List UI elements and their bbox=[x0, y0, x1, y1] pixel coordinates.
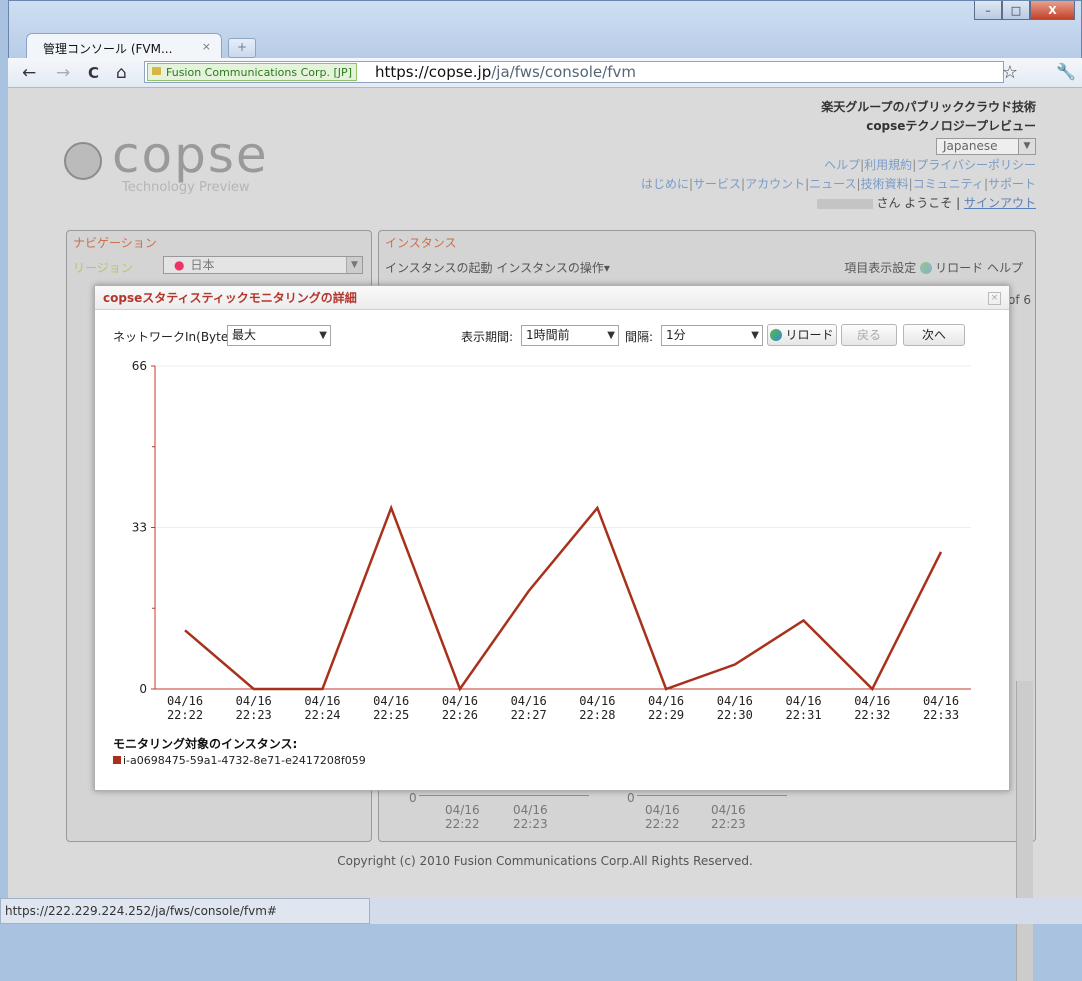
reload-icon bbox=[920, 262, 932, 274]
language-value: Japanese bbox=[943, 139, 998, 153]
mini-tick: 04/1622:22 bbox=[645, 803, 680, 831]
series-line bbox=[185, 508, 941, 689]
welcome-text: さん ようこそ bbox=[876, 196, 952, 210]
x-tick-label: 04/1622:31 bbox=[785, 694, 821, 722]
header-right: 楽天グループのパブリッククラウド技術 copseテクノロジープレビュー Japa… bbox=[641, 98, 1036, 213]
link-terms[interactable]: 利用規約 bbox=[864, 158, 912, 172]
link-privacy[interactable]: プライバシーポリシー bbox=[916, 158, 1036, 172]
x-tick-label: 04/1622:26 bbox=[442, 694, 478, 722]
back-arrow-icon[interactable]: ← bbox=[22, 63, 36, 83]
navigation-title: ナビゲーション bbox=[73, 234, 157, 251]
language-select[interactable]: Japanese ▼ bbox=[936, 138, 1036, 155]
instance-toolbar: インスタンスの起動 インスタンスの操作▾ bbox=[385, 259, 610, 276]
mini-tick: 04/1622:22 bbox=[445, 803, 480, 831]
legend-title: モニタリング対象のインスタンス: bbox=[113, 735, 297, 752]
y-tick-label: 33 bbox=[132, 521, 147, 535]
legend-instance-id: i-a0698475-59a1-4732-8e71-e2417208f059 bbox=[123, 754, 366, 767]
mini-zero-label: 0 bbox=[627, 791, 635, 805]
mini-tick: 04/1622:23 bbox=[711, 803, 746, 831]
mini-tick: 04/1622:23 bbox=[513, 803, 548, 831]
region-value: 日本 bbox=[190, 258, 214, 272]
header-links-1: ヘルプ|利用規約|プライバシーポリシー bbox=[641, 156, 1036, 175]
ev-certificate-badge[interactable]: Fusion Communications Corp. [JP] bbox=[147, 63, 357, 81]
link-account[interactable]: アカウント bbox=[745, 177, 805, 191]
x-tick-label: 04/1622:29 bbox=[648, 694, 684, 722]
page-indicator: of 6 bbox=[1008, 293, 1031, 307]
logo-text: copse bbox=[112, 126, 269, 184]
tagline-1: 楽天グループのパブリッククラウド技術 bbox=[641, 98, 1036, 117]
x-tick-label: 04/1622:28 bbox=[579, 694, 615, 722]
chevron-down-icon: ▼ bbox=[1018, 139, 1035, 154]
x-tick-label: 04/1622:32 bbox=[854, 694, 890, 722]
browser-toolbar: ← → C ⌂ Fusion Communications Corp. [JP]… bbox=[8, 58, 1082, 88]
instance-help-link[interactable]: ヘルプ bbox=[987, 261, 1023, 275]
link-help[interactable]: ヘルプ bbox=[824, 158, 860, 172]
legend-item: i-a0698475-59a1-4732-8e71-e2417208f059 bbox=[113, 754, 366, 767]
scrollbar[interactable] bbox=[1016, 681, 1033, 981]
chevron-down-icon: ▼ bbox=[346, 257, 362, 273]
network-in-line-chart: 0 33 66 04/1622:22 04/1622:23 04/1622:24 04/16… bbox=[95, 286, 1009, 726]
welcome-line: さん ようこそ | サインアウト bbox=[641, 194, 1036, 213]
x-tick-label: 04/1622:33 bbox=[923, 694, 959, 722]
wrench-menu-icon[interactable]: 🔧 bbox=[1056, 62, 1076, 81]
reload-icon[interactable]: C bbox=[88, 64, 99, 82]
close-window-button[interactable]: X bbox=[1030, 1, 1075, 20]
mini-zero-label: 0 bbox=[409, 791, 417, 805]
instance-title: インスタンス bbox=[385, 234, 457, 251]
logo-brain-icon bbox=[64, 142, 102, 180]
region-select[interactable]: ● 日本 ▼ bbox=[163, 256, 363, 274]
logo-subtitle: Technology Preview bbox=[122, 180, 250, 195]
link-docs[interactable]: 技術資料 bbox=[861, 177, 909, 191]
x-tick-label: 04/1622:30 bbox=[717, 694, 753, 722]
launch-instance-link[interactable]: インスタンスの起動 bbox=[385, 261, 493, 275]
url-text[interactable]: https://copse.jp/ja/fws/console/fvm bbox=[375, 63, 636, 81]
x-tick-label: 04/1622:22 bbox=[167, 694, 203, 722]
instance-toolbar-right: 項目表示設定 リロード ヘルプ bbox=[844, 259, 1023, 276]
instance-actions-menu[interactable]: インスタンスの操作▾ bbox=[496, 261, 610, 275]
link-support[interactable]: サポート bbox=[988, 177, 1036, 191]
forward-arrow-icon[interactable]: → bbox=[56, 63, 70, 83]
region-label: リージョン bbox=[73, 259, 133, 276]
x-tick-label: 04/1622:24 bbox=[304, 694, 340, 722]
cert-label: Fusion Communications Corp. [JP] bbox=[166, 66, 352, 79]
monitoring-detail-dialog: copseスタティスティックモニタリングの詳細 × ネットワークIn(Bytes… bbox=[94, 285, 1010, 791]
tab-title: 管理コンソール (FVM... bbox=[43, 42, 172, 56]
x-tick-label: 04/1622:25 bbox=[373, 694, 409, 722]
link-services[interactable]: サービス bbox=[693, 177, 741, 191]
copyright: Copyright (c) 2010 Fusion Communications… bbox=[8, 854, 1082, 868]
link-intro[interactable]: はじめに bbox=[641, 177, 689, 191]
signout-link[interactable]: サインアウト bbox=[964, 196, 1036, 210]
link-community[interactable]: コミュニティ bbox=[913, 177, 984, 191]
x-tick-label: 04/1622:27 bbox=[511, 694, 547, 722]
header-links-2: はじめに|サービス|アカウント|ニュース|技術資料|コミュニティ|サポート bbox=[641, 175, 1036, 194]
y-tick-label: 66 bbox=[132, 359, 147, 373]
bookmark-star-icon[interactable]: ☆ bbox=[1002, 62, 1018, 83]
address-bar[interactable]: Fusion Communications Corp. [JP] https:/… bbox=[144, 61, 1004, 83]
japan-flag-icon: ● bbox=[174, 258, 184, 272]
url-host: https://copse.jp bbox=[375, 63, 491, 81]
window-controls: – □ X bbox=[974, 1, 1075, 20]
maximize-button[interactable]: □ bbox=[1002, 1, 1030, 20]
mini-chart-right: 0 04/1622:22 04/1622:23 bbox=[627, 791, 635, 805]
legend-swatch bbox=[113, 756, 121, 764]
mini-chart-left: 0 04/1622:22 04/1622:23 bbox=[409, 791, 417, 805]
home-icon[interactable]: ⌂ bbox=[116, 63, 127, 83]
tab-close-icon[interactable]: × bbox=[202, 40, 211, 53]
redacted-username bbox=[817, 199, 873, 209]
browser-tab[interactable]: 管理コンソール (FVM... × bbox=[26, 33, 222, 59]
lock-icon bbox=[152, 67, 161, 75]
link-news[interactable]: ニュース bbox=[809, 177, 856, 191]
status-bar-url: https://222.229.224.252/ja/fws/console/f… bbox=[0, 898, 370, 924]
url-path: /ja/fws/console/fvm bbox=[491, 63, 636, 81]
instance-reload-link[interactable]: リロード bbox=[935, 261, 983, 275]
y-tick-label: 0 bbox=[139, 682, 147, 696]
new-tab-button[interactable]: + bbox=[228, 38, 256, 58]
tagline-2: copseテクノロジープレビュー bbox=[641, 117, 1036, 136]
column-settings-link[interactable]: 項目表示設定 bbox=[844, 261, 916, 275]
minimize-button[interactable]: – bbox=[974, 1, 1002, 20]
x-tick-label: 04/1622:23 bbox=[236, 694, 272, 722]
